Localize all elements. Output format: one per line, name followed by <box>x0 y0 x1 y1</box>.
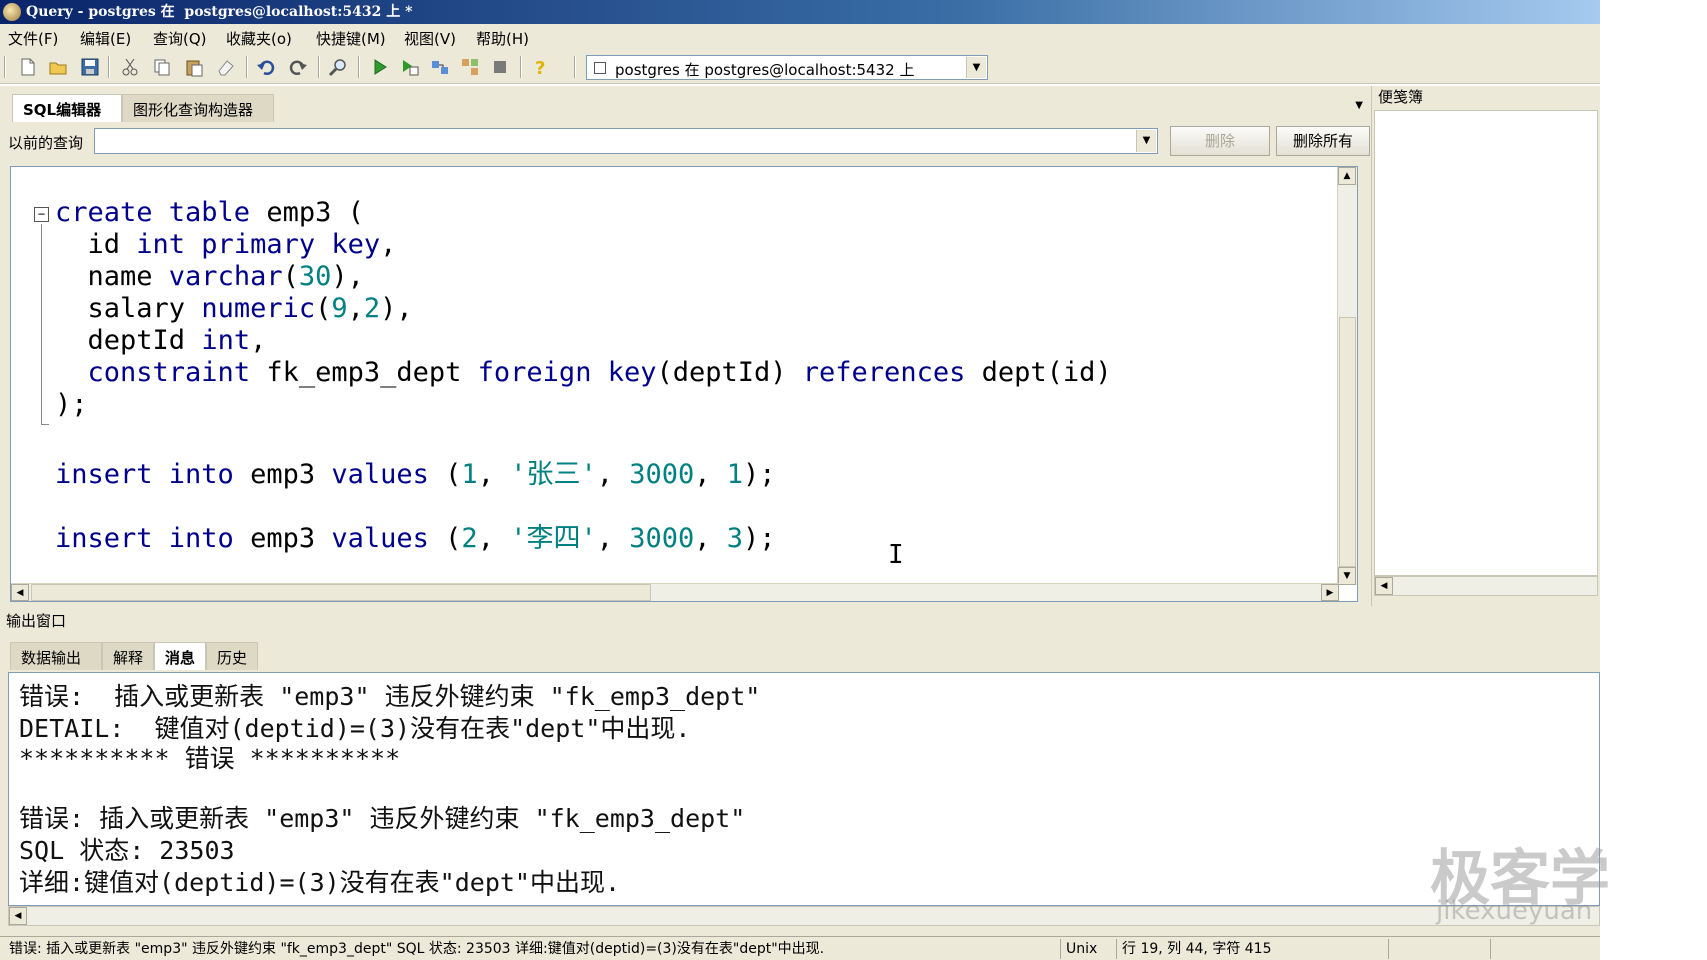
scratch-pad-horizontal-scrollbar[interactable]: ◀ <box>1374 576 1598 596</box>
menu-query[interactable]: 查询(Q) <box>153 28 207 49</box>
menu-bar: 文件(F) 编辑(E) 查询(Q) 收藏夹(o) 快捷键(M) 视图(V) 帮助… <box>0 24 1600 50</box>
output-panel: 输出窗口 数据输出 解释 消息 历史 错误: 插入或更新表 "emp3" 违反外… <box>0 606 1600 936</box>
open-folder-icon[interactable] <box>48 57 68 77</box>
status-empty-cell <box>1490 939 1596 959</box>
svg-text:?: ? <box>535 58 545 77</box>
menu-edit[interactable]: 编辑(E) <box>80 28 131 49</box>
output-window-title: 输出窗口 <box>6 612 67 630</box>
toolbar-grip <box>574 56 576 78</box>
save-icon[interactable] <box>80 57 100 77</box>
code-line: ); <box>55 389 88 420</box>
toolbar-separator <box>520 56 522 78</box>
fold-collapse-icon[interactable]: − <box>34 207 49 222</box>
tab-graphical-query-builder[interactable]: 图形化查询构造器 <box>122 94 274 122</box>
scroll-thumb[interactable] <box>1339 317 1356 567</box>
scroll-left-icon[interactable]: ◀ <box>9 907 27 925</box>
menu-file[interactable]: 文件(F) <box>8 28 58 49</box>
tab-history[interactable]: 历史 <box>206 642 258 670</box>
tab-explain[interactable]: 解释 <box>102 642 154 670</box>
eraser-icon[interactable] <box>216 57 236 77</box>
toolbar-separator <box>318 56 320 78</box>
connection-label: postgres 在 postgres@localhost:5432 上 <box>615 61 915 79</box>
text-cursor-icon: I <box>888 540 904 570</box>
pgadmin-app-icon <box>3 3 21 21</box>
undo-icon[interactable] <box>256 57 276 77</box>
menu-view[interactable]: 视图(V) <box>404 28 456 49</box>
code-line: id int primary key, <box>55 229 397 260</box>
toolbar-grip <box>4 56 6 78</box>
code-line: insert into emp3 values (1, '张三', 3000, … <box>55 459 776 490</box>
editor-vertical-scrollbar[interactable]: ▲ ▼ <box>1337 167 1357 585</box>
toolbar: ? postgres 在 postgres@localhost:5432 上 ▼ <box>0 50 1600 84</box>
fold-line <box>41 224 42 424</box>
scroll-thumb[interactable] <box>31 584 651 601</box>
status-cursor-position: 行 19, 列 44, 字符 415 <box>1116 939 1386 959</box>
tab-menu-chevron-icon[interactable]: ▼ <box>1355 100 1363 111</box>
code-line: constraint fk_emp3_dept foreign key(dept… <box>87 357 1112 388</box>
previous-query-select[interactable]: ▼ <box>94 128 1158 154</box>
connection-checkbox[interactable] <box>594 62 606 74</box>
previous-query-label: 以前的查询 <box>8 134 84 152</box>
cut-icon[interactable] <box>120 57 140 77</box>
code-line: insert into emp3 values (2, '李四', 3000, … <box>55 523 776 554</box>
explain-icon[interactable] <box>430 57 450 77</box>
sql-code-editor[interactable]: − create table emp3 ( id int primary key… <box>10 166 1358 602</box>
message-line: 错误: 插入或更新表 "emp3" 违反外键约束 "fk_emp3_dept" <box>19 682 761 711</box>
status-bar: 错误: 插入或更新表 "emp3" 违反外键约束 "fk_emp3_dept" … <box>0 936 1600 960</box>
scroll-left-icon[interactable]: ◀ <box>11 584 29 601</box>
copy-icon[interactable] <box>152 57 172 77</box>
messages-textarea[interactable]: 错误: 插入或更新表 "emp3" 违反外键约束 "fk_emp3_dept" … <box>8 672 1600 906</box>
toolbar-separator <box>108 56 110 78</box>
fold-line-end <box>41 424 49 425</box>
scratch-pad-panel: 便笺簿 ◀ <box>1372 86 1600 606</box>
tab-messages[interactable]: 消息 <box>154 642 206 670</box>
message-line: 详细:键值对(deptid)=(3)没有在表"dept"中出现. <box>19 868 621 897</box>
message-line: 错误: 插入或更新表 "emp3" 违反外键约束 "fk_emp3_dept" <box>19 804 746 833</box>
code-line: create table emp3 ( <box>55 197 364 228</box>
execute-to-file-icon[interactable] <box>400 57 420 77</box>
editor-panel: SQL编辑器 图形化查询构造器 ▼ 以前的查询 ▼ 删除 删除所有 − crea… <box>0 86 1372 606</box>
chevron-down-icon[interactable]: ▼ <box>966 57 986 78</box>
scroll-down-icon[interactable]: ▼ <box>1338 567 1356 585</box>
scratch-pad-textarea[interactable] <box>1374 110 1598 576</box>
execute-icon[interactable] <box>370 57 390 77</box>
new-file-icon[interactable] <box>18 57 38 77</box>
previous-query-bar: 以前的查询 ▼ 删除 删除所有 <box>0 126 1372 156</box>
toolbar-separator <box>246 56 248 78</box>
toolbar-separator <box>358 56 360 78</box>
scroll-left-icon[interactable]: ◀ <box>1375 577 1393 595</box>
tab-data-output[interactable]: 数据输出 <box>10 642 102 670</box>
chevron-down-icon[interactable]: ▼ <box>1136 130 1156 152</box>
menu-favorites[interactable]: 收藏夹(o) <box>226 28 292 49</box>
menu-macros[interactable]: 快捷键(M) <box>316 28 386 49</box>
watermark-text: jikexueyuan <box>1436 896 1593 926</box>
stop-icon[interactable] <box>490 57 510 77</box>
explain-analyze-icon[interactable] <box>460 57 480 77</box>
scroll-up-icon[interactable]: ▲ <box>1338 167 1356 185</box>
help-icon[interactable]: ? <box>530 57 550 77</box>
editor-horizontal-scrollbar[interactable]: ◀ ▶ <box>11 583 1339 601</box>
title-bar: Query - postgres 在 postgres@localhost:54… <box>0 0 1600 24</box>
redo-icon[interactable] <box>288 57 308 77</box>
fold-gutter: − <box>11 167 55 601</box>
delete-all-button[interactable]: 删除所有 <box>1276 126 1370 156</box>
status-empty-cell <box>1388 939 1488 959</box>
message-line: SQL 状态: 23503 <box>19 836 235 865</box>
window-title: Query - postgres 在 postgres@localhost:54… <box>26 4 413 20</box>
code-line: salary numeric(9,2), <box>55 293 413 324</box>
scratch-pad-title: 便笺簿 <box>1378 88 1424 106</box>
output-horizontal-scrollbar[interactable]: ◀ <box>8 906 1600 926</box>
delete-button[interactable]: 删除 <box>1170 126 1270 156</box>
paste-icon[interactable] <box>184 57 204 77</box>
find-icon[interactable] <box>328 57 348 77</box>
status-message: 错误: 插入或更新表 "emp3" 违反外键约束 "fk_emp3_dept" … <box>9 941 825 957</box>
tab-sql-editor[interactable]: SQL编辑器 <box>12 94 122 122</box>
scroll-right-icon[interactable]: ▶ <box>1321 584 1339 601</box>
status-line-ending: Unix <box>1060 939 1114 959</box>
message-line: ********** 错误 ********** <box>19 744 401 773</box>
code-line: deptId int, <box>55 325 267 356</box>
connection-select[interactable]: postgres 在 postgres@localhost:5432 上 ▼ <box>586 55 988 80</box>
menu-help[interactable]: 帮助(H) <box>476 28 529 49</box>
code-line: name varchar(30), <box>55 261 364 292</box>
